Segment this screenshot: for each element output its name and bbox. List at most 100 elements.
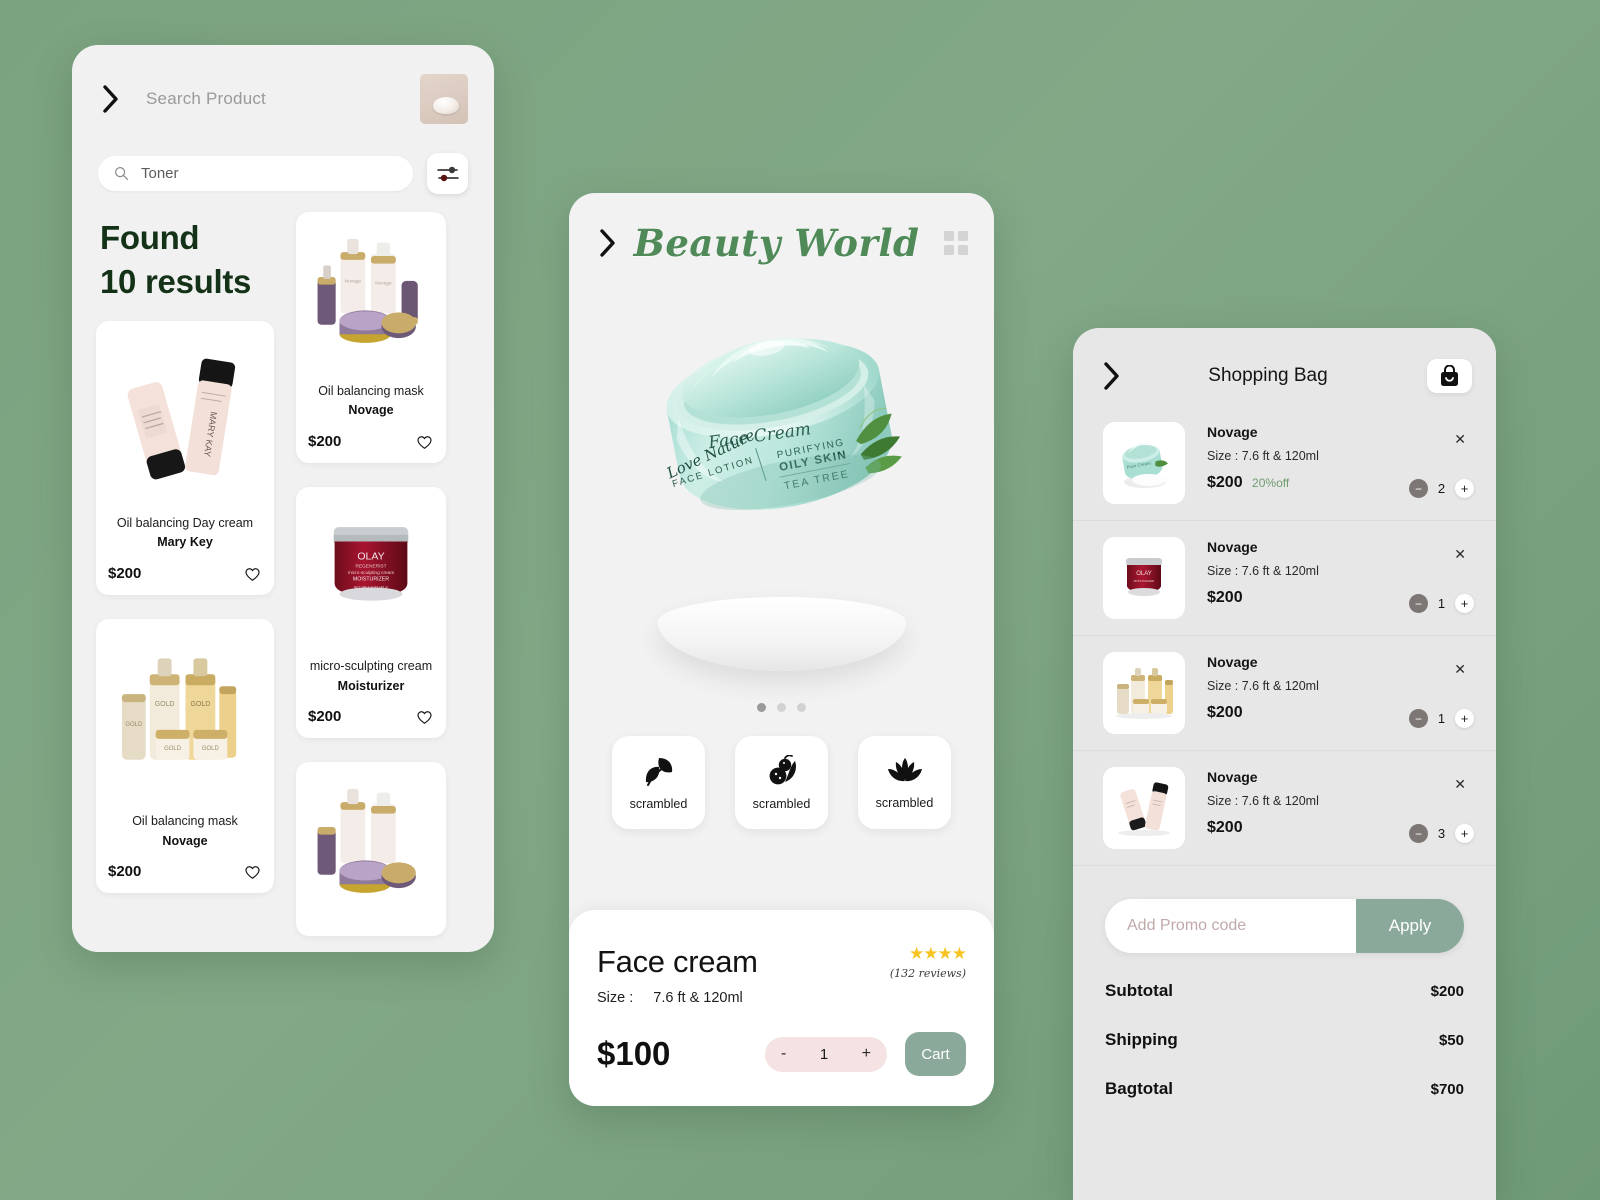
quantity-stepper[interactable]: - 1 +: [765, 1036, 887, 1072]
product-image-mary-kay: MARY KAY: [108, 331, 262, 506]
remove-item-button[interactable]: ✕: [1454, 777, 1466, 791]
shopping-bag-button[interactable]: [1427, 359, 1472, 393]
quantity-value: 2: [1437, 481, 1446, 496]
quantity-value: 1: [819, 1045, 829, 1063]
product-detail-footer: Face cream Size : 7.6 ft & 120ml ★★★★ (1…: [569, 910, 994, 1106]
results-heading-line2: 10 results: [100, 262, 252, 300]
back-chevron-icon[interactable]: [98, 82, 124, 116]
search-input[interactable]: Toner: [98, 156, 413, 191]
cart-quantity-stepper[interactable]: − 1 +: [1409, 594, 1474, 613]
remove-item-button[interactable]: ✕: [1454, 662, 1466, 676]
search-icon: [114, 166, 129, 181]
feature-badge-leaf[interactable]: scrambled: [612, 736, 705, 829]
quantity-increment[interactable]: +: [1455, 594, 1474, 613]
product-title: Face cream: [597, 944, 758, 979]
promo-section: Apply: [1073, 866, 1496, 953]
svg-text:OLAY: OLAY: [1136, 571, 1152, 577]
cart-quantity-stepper[interactable]: − 2 +: [1409, 479, 1474, 498]
product-card[interactable]: Novage Novage Oil balancing mask Novage …: [296, 212, 446, 464]
cart-quantity-stepper[interactable]: − 3 +: [1409, 824, 1474, 843]
remove-item-button[interactable]: ✕: [1454, 547, 1466, 561]
carousel-dot-1[interactable]: [757, 703, 766, 712]
product-name: Oil balancing Day cream: [116, 516, 254, 531]
svg-text:Novage: Novage: [345, 279, 362, 285]
svg-text:Novage: Novage: [375, 281, 392, 287]
avatar[interactable]: [420, 74, 468, 124]
cart-panel-header: Shopping Bag: [1073, 328, 1496, 406]
total-value: $200: [1430, 983, 1464, 1000]
product-brand: Moisturizer: [337, 678, 405, 693]
carousel-dots[interactable]: [569, 703, 994, 712]
grid-menu-icon[interactable]: [944, 231, 968, 255]
carousel-dot-3[interactable]: [797, 703, 806, 712]
cart-item-price: $200: [1207, 589, 1243, 606]
product-card-footer: $200: [108, 862, 262, 881]
svg-text:MOISTURIZER: MOISTURIZER: [1134, 579, 1155, 583]
results-heading-line1: Found: [100, 219, 200, 256]
brand-title: Beauty World: [633, 221, 920, 265]
cart-item-row[interactable]: Novage Size : 7.6 ft & 120ml $200 ✕ − 3 …: [1073, 751, 1496, 866]
quantity-decrement[interactable]: −: [1409, 594, 1428, 613]
cart-item-discount: 20%off: [1252, 476, 1290, 490]
product-name: Oil balancing mask: [318, 384, 424, 398]
heart-icon[interactable]: [415, 707, 434, 726]
promo-code-input[interactable]: [1105, 899, 1356, 953]
cart-item-price: $200: [1207, 819, 1243, 836]
total-label: Bagtotal: [1105, 1079, 1173, 1098]
heart-icon[interactable]: [243, 862, 262, 881]
svg-text:MOISTURIZER: MOISTURIZER: [353, 577, 389, 583]
apply-promo-button[interactable]: Apply: [1356, 899, 1464, 953]
feature-badge-fruit[interactable]: scrambled: [735, 736, 828, 829]
filter-button[interactable]: [427, 153, 468, 194]
product-brand: Novage: [348, 403, 394, 418]
lotus-icon: [887, 757, 922, 781]
face-cream-jar: Face Cream Love Nature FACE LOTION PURIF…: [663, 337, 902, 510]
product-card[interactable]: GOLD GOLD GOLD GOLD GOLD Oil balancing m…: [96, 619, 274, 894]
feature-badges: scrambled scrambled scrambled: [569, 736, 994, 829]
quantity-increment[interactable]: +: [862, 1045, 871, 1063]
cart-item-row[interactable]: OLAY MOISTURIZER Novage Size : 7.6 ft & …: [1073, 521, 1496, 636]
heart-icon[interactable]: [243, 564, 262, 583]
product-image-gold-set: GOLD GOLD GOLD GOLD GOLD: [108, 629, 262, 804]
product-price: $100: [597, 1035, 671, 1072]
shopping-bag-icon: [1441, 365, 1458, 386]
carousel-dot-2[interactable]: [777, 703, 786, 712]
quantity-increment[interactable]: +: [1455, 709, 1474, 728]
product-size-row: Size : 7.6 ft & 120ml: [597, 990, 758, 1006]
heart-icon[interactable]: [415, 432, 434, 451]
cart-quantity-stepper[interactable]: − 1 +: [1409, 709, 1474, 728]
cart-item-thumbnail: [1103, 767, 1185, 849]
quantity-decrement[interactable]: −: [1409, 479, 1428, 498]
quantity-decrement[interactable]: −: [1409, 709, 1428, 728]
remove-item-button[interactable]: ✕: [1454, 432, 1466, 446]
add-to-cart-button[interactable]: Cart: [905, 1032, 966, 1076]
search-row: Toner: [72, 153, 494, 194]
purchase-row: $100 - 1 + Cart: [597, 1032, 966, 1076]
product-card[interactable]: MARY KAY Oil balancing Day cream Mary Ke…: [96, 321, 274, 596]
quantity-decrement[interactable]: -: [781, 1045, 786, 1063]
product-image-novage-purple: Novage Novage: [308, 222, 434, 374]
quantity-decrement[interactable]: −: [1409, 824, 1428, 843]
product-image-novage-purple-2: [308, 772, 434, 924]
product-price: $200: [108, 863, 142, 881]
detail-panel-header: Beauty World: [569, 193, 994, 275]
size-value: 7.6 ft & 120ml: [653, 990, 743, 1006]
cart-item-name: Novage: [1207, 769, 1258, 785]
product-price: $200: [308, 708, 342, 726]
feature-badge-lotus[interactable]: scrambled: [858, 736, 951, 829]
svg-text:GOLD: GOLD: [191, 701, 211, 708]
search-input-value: Toner: [141, 165, 179, 182]
cart-item-name: Novage: [1207, 539, 1258, 555]
cart-item-size: Size : 7.6 ft & 120ml: [1207, 679, 1319, 693]
product-info-left: Face cream Size : 7.6 ft & 120ml: [597, 944, 758, 1006]
cart-item-row[interactable]: Face Cream Novage Size : 7.6 ft & 120ml …: [1073, 406, 1496, 521]
product-card[interactable]: OLAY REGENERIST micro-sculpting cream MO…: [296, 487, 446, 739]
jar-wrapper: Face Cream Love Nature FACE LOTION PURIF…: [569, 277, 994, 577]
total-label: Shipping: [1105, 1030, 1178, 1049]
product-card-partial[interactable]: [296, 762, 446, 937]
fruit-icon: [769, 754, 796, 784]
quantity-increment[interactable]: +: [1455, 824, 1474, 843]
results-heading: Found 10 results: [100, 216, 274, 303]
quantity-increment[interactable]: +: [1455, 479, 1474, 498]
cart-item-row[interactable]: Novage Size : 7.6 ft & 120ml $200 ✕ − 1 …: [1073, 636, 1496, 751]
